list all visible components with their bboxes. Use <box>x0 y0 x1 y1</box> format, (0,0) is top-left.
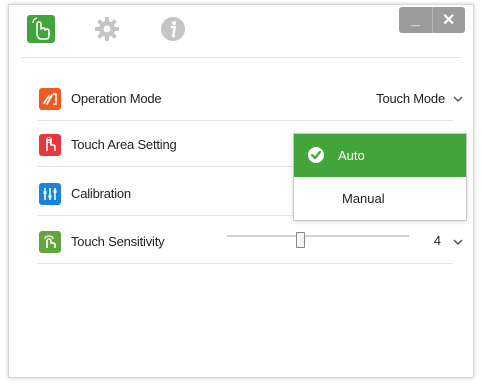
sensitivity-value[interactable]: 4 <box>434 233 441 248</box>
settings-window: _ ✕ Operation Mode Touch Mode Touch Area… <box>8 4 474 378</box>
touch-area-icon <box>39 134 61 156</box>
checkmark-icon <box>308 147 324 163</box>
touch-hand-icon <box>27 15 55 43</box>
chevron-down-icon[interactable] <box>453 96 463 103</box>
touch-sensitivity-label: Touch Sensitivity <box>71 234 165 249</box>
window-controls: _ ✕ <box>399 7 465 33</box>
tab-touch[interactable] <box>27 15 55 43</box>
calibration-label: Calibration <box>71 186 131 201</box>
row-divider <box>37 263 453 264</box>
calibration-icon <box>39 183 61 205</box>
touch-sensitivity-icon <box>39 231 61 253</box>
minimize-button[interactable]: _ <box>399 7 432 33</box>
row-divider <box>37 120 453 121</box>
header-divider <box>21 57 461 58</box>
operation-mode-icon <box>39 88 61 110</box>
touch-sensitivity-row: Touch Sensitivity 4 <box>9 231 473 264</box>
close-button[interactable]: ✕ <box>431 7 466 33</box>
dropdown-option-manual[interactable]: Manual <box>294 177 466 220</box>
sensitivity-slider-track[interactable] <box>227 232 409 248</box>
tab-info[interactable] <box>159 15 187 43</box>
operation-mode-label: Operation Mode <box>71 91 162 106</box>
touch-area-dropdown: Auto Manual <box>293 133 467 221</box>
dropdown-option-auto[interactable]: Auto <box>294 134 466 177</box>
gear-icon <box>95 17 119 41</box>
info-icon <box>161 17 185 41</box>
dropdown-option-label: Manual <box>342 191 385 206</box>
sensitivity-slider-handle[interactable] <box>296 232 305 248</box>
tab-bar: _ ✕ <box>9 5 473 47</box>
tab-settings[interactable] <box>93 15 121 43</box>
operation-mode-value[interactable]: Touch Mode <box>376 91 445 106</box>
dropdown-option-label: Auto <box>338 148 365 163</box>
chevron-down-icon[interactable] <box>453 239 463 246</box>
touch-area-label: Touch Area Setting <box>71 137 177 152</box>
operation-mode-row[interactable]: Operation Mode Touch Mode <box>9 88 473 121</box>
